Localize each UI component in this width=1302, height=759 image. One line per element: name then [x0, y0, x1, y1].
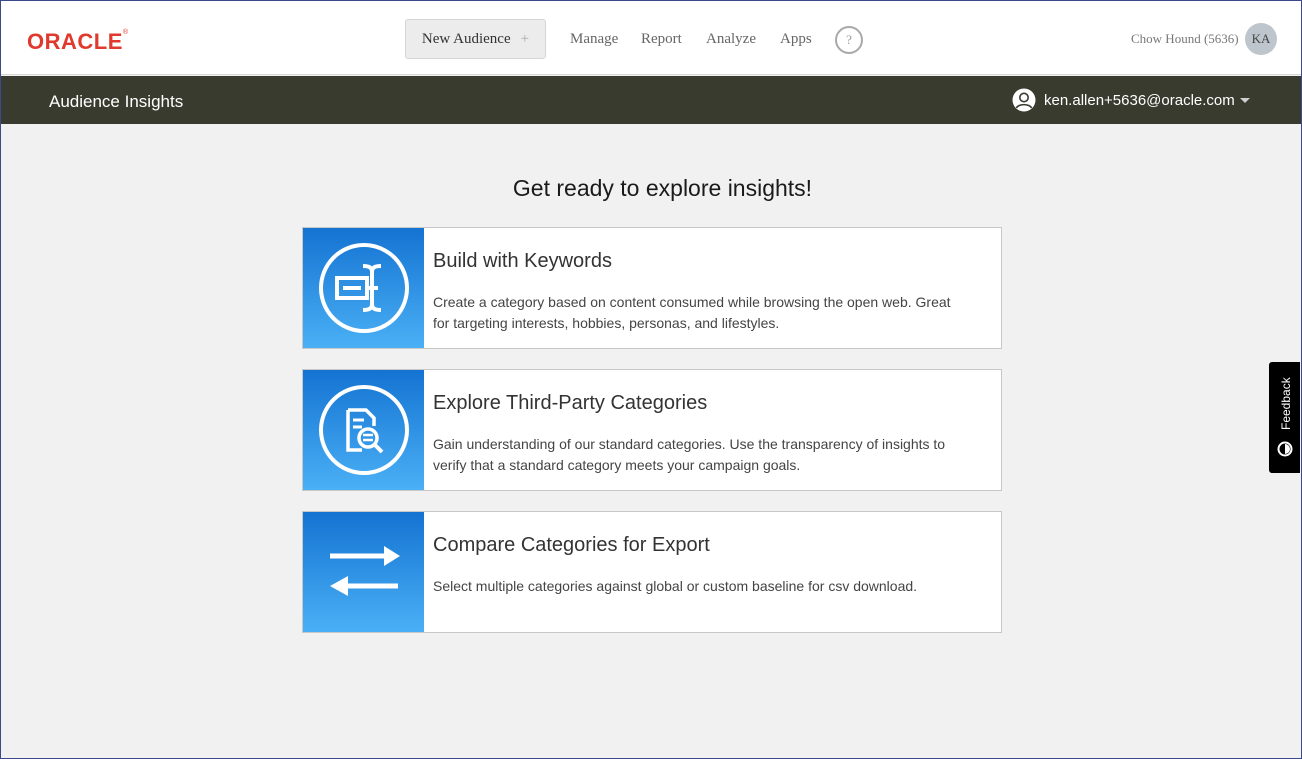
card-build-with-keywords[interactable]: Build with Keywords Create a category ba…: [302, 227, 1002, 349]
keyword-cursor-icon: [319, 243, 409, 333]
card-icon-tile: [303, 512, 424, 632]
help-icon[interactable]: ?: [835, 26, 863, 54]
user-email-menu[interactable]: ken.allen+5636@oracle.com: [1044, 92, 1235, 109]
plus-icon: +: [520, 30, 530, 47]
nav-manage[interactable]: Manage: [570, 31, 618, 48]
card-description: Create a category based on content consu…: [433, 294, 951, 331]
top-navigation: ORACLE® New Audience + Manage Report Ana…: [1, 1, 1301, 75]
card-icon-tile: [303, 228, 424, 348]
nav-analyze[interactable]: Analyze: [706, 31, 756, 48]
feedback-tab[interactable]: Feedback: [1269, 362, 1300, 473]
headline: Get ready to explore insights!: [512, 175, 813, 201]
card-explore-third-party[interactable]: Explore Third-Party Categories Gain unde…: [302, 369, 1002, 491]
card-compare-categories[interactable]: Compare Categories for Export Select mul…: [302, 511, 1002, 633]
card-title: Explore Third-Party Categories: [433, 392, 708, 414]
swap-arrows-icon: [330, 546, 400, 596]
feedback-label: Feedback: [1279, 377, 1293, 430]
account-name[interactable]: Chow Hound (5636): [1131, 31, 1239, 47]
logo-text: ORACLE: [27, 29, 123, 54]
document-search-icon: [319, 385, 409, 475]
card-description: Gain understanding of our standard categ…: [433, 436, 946, 473]
nav-report[interactable]: Report: [641, 31, 682, 48]
new-audience-button[interactable]: New Audience +: [405, 19, 546, 59]
chevron-down-icon[interactable]: [1240, 98, 1250, 103]
card-icon-tile: [303, 370, 424, 490]
help-label: ?: [846, 32, 852, 47]
avatar-initials: KA: [1251, 31, 1271, 46]
oracle-logo[interactable]: ORACLE®: [27, 29, 129, 55]
card-title: Compare Categories for Export: [433, 534, 710, 556]
page-title: Audience Insights: [49, 92, 184, 111]
feedback-icon: [1277, 441, 1293, 457]
nav-apps[interactable]: Apps: [780, 31, 812, 48]
avatar[interactable]: KA: [1245, 23, 1277, 55]
user-icon[interactable]: [1012, 88, 1036, 112]
logo-trademark: ®: [122, 29, 129, 36]
card-description: Select multiple categories against globa…: [433, 578, 918, 594]
new-audience-label: New Audience: [421, 30, 511, 47]
card-title: Build with Keywords: [433, 250, 612, 272]
